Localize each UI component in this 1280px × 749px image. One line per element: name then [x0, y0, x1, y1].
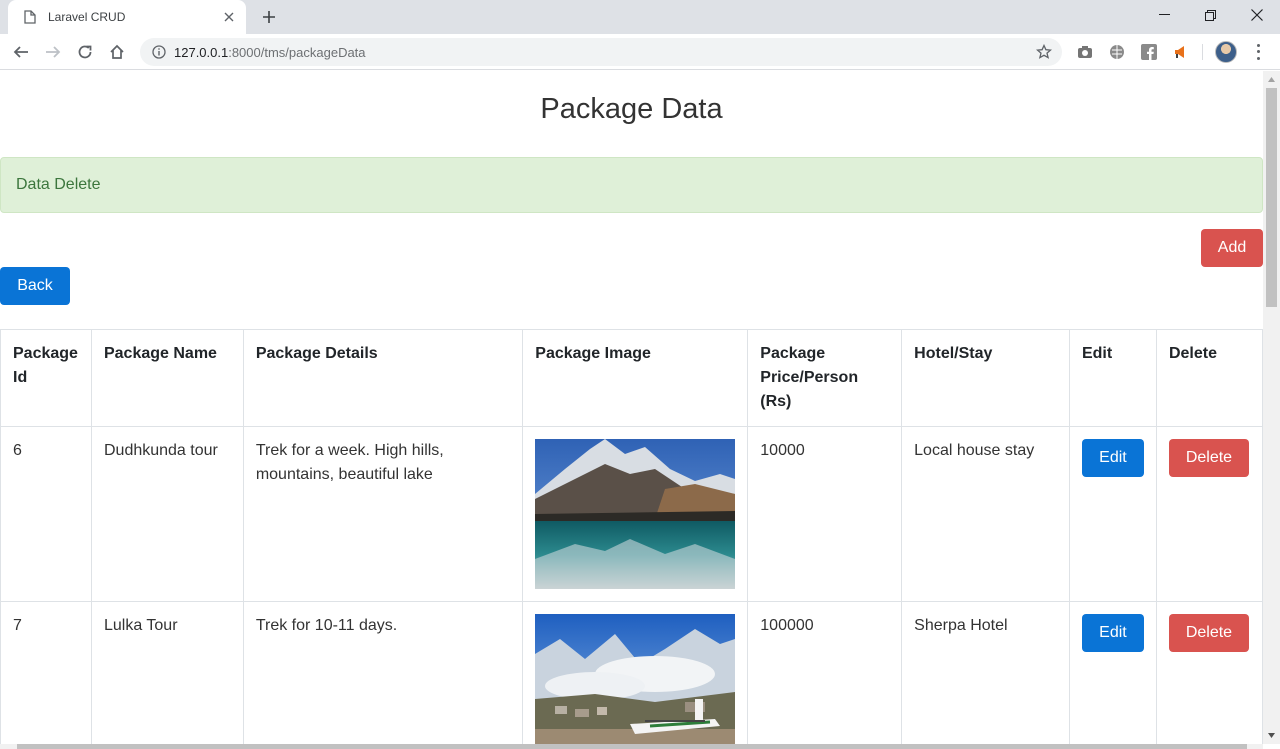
browser-tab[interactable]: Laravel CRUD — [8, 0, 246, 34]
cell-delete: Delete — [1155, 601, 1263, 744]
delete-button[interactable]: Delete — [1168, 614, 1249, 652]
table-header-row: Package Id Package Name Package Details … — [0, 329, 1263, 427]
new-tab-icon[interactable] — [258, 7, 280, 27]
header-delete: Delete — [1155, 329, 1263, 427]
header-package-details: Package Details — [242, 329, 524, 427]
mountain-lake-image — [535, 439, 736, 589]
scroll-down-icon[interactable] — [1267, 731, 1276, 739]
edit-button[interactable]: Edit — [1081, 614, 1144, 652]
header-package-price: Package Price/Person (Rs) — [747, 329, 903, 427]
camera-icon[interactable] — [1076, 43, 1094, 61]
header-hotel-stay: Hotel/Stay — [901, 329, 1070, 427]
header-package-id: Package Id — [0, 329, 92, 427]
add-button[interactable]: Add — [1201, 229, 1263, 267]
url-host: 127.0.0.1 — [174, 44, 229, 60]
minimize-icon[interactable] — [1141, 0, 1187, 30]
cell-package-price: 10000 — [747, 426, 903, 602]
back-arrow-icon[interactable] — [9, 40, 33, 64]
back-button[interactable]: Back — [0, 267, 70, 305]
restore-icon[interactable] — [1187, 0, 1233, 30]
profile-avatar[interactable] — [1215, 41, 1237, 63]
header-package-name: Package Name — [90, 329, 244, 427]
cell-edit: Edit — [1068, 601, 1157, 744]
megaphone-icon[interactable] — [1172, 43, 1190, 61]
scroll-up-icon[interactable] — [1267, 76, 1276, 84]
header-package-image: Package Image — [522, 329, 749, 427]
cell-package-details: Trek for a week. High hills, mountains, … — [242, 426, 524, 602]
reload-icon[interactable] — [73, 40, 97, 64]
page-viewport: Package Data Data Delete Add Back Packag… — [0, 71, 1263, 744]
vertical-scroll-thumb[interactable] — [1266, 88, 1277, 307]
close-tab-icon[interactable] — [222, 10, 236, 24]
cell-package-image — [522, 601, 749, 744]
home-icon[interactable] — [105, 40, 129, 64]
browser-tab-bar: Laravel CRUD — [0, 0, 1280, 34]
cell-edit: Edit — [1068, 426, 1157, 602]
mountain-airstrip-image — [535, 614, 736, 744]
browser-toolbar: 127.0.0.1:8000/tms/packageData — [0, 34, 1280, 70]
tab-title: Laravel CRUD — [48, 10, 126, 24]
table-row: 6 Dudhkunda tour Trek for a week. High h… — [0, 426, 1263, 602]
page-icon — [24, 10, 36, 24]
extension-globe-icon[interactable] — [1108, 43, 1126, 61]
cell-package-details: Trek for 10-11 days. — [242, 601, 524, 744]
cell-package-id: 7 — [0, 601, 92, 744]
vertical-scrollbar[interactable] — [1263, 71, 1280, 744]
cell-package-id: 6 — [0, 426, 92, 602]
url-text: 127.0.0.1:8000/tms/packageData — [174, 45, 366, 60]
url-path: :8000/tms/packageData — [228, 44, 366, 60]
cell-hotel-stay: Local house stay — [901, 426, 1070, 602]
bookmark-star-icon[interactable] — [1036, 44, 1052, 60]
forward-arrow-icon[interactable] — [41, 40, 65, 64]
cell-package-price: 100000 — [747, 601, 903, 744]
horizontal-scroll-thumb[interactable] — [17, 744, 1247, 749]
cell-package-name: Lulka Tour — [90, 601, 244, 744]
info-icon[interactable] — [152, 45, 166, 59]
facebook-icon[interactable] — [1140, 43, 1158, 61]
cell-package-image — [522, 426, 749, 602]
menu-kebab-icon[interactable] — [1250, 42, 1266, 62]
address-bar[interactable]: 127.0.0.1:8000/tms/packageData — [140, 38, 1062, 66]
page-title: Package Data — [540, 93, 723, 125]
table-row: 7 Lulka Tour Trek for 10-11 days. 100000… — [0, 601, 1263, 744]
cell-package-name: Dudhkunda tour — [90, 426, 244, 602]
delete-button[interactable]: Delete — [1168, 439, 1249, 477]
close-window-icon[interactable] — [1234, 0, 1280, 30]
package-table: Package Id Package Name Package Details … — [0, 329, 1263, 744]
cell-hotel-stay: Sherpa Hotel — [901, 601, 1070, 744]
header-edit: Edit — [1068, 329, 1157, 427]
toolbar-separator — [1202, 44, 1203, 60]
horizontal-scrollbar[interactable] — [0, 744, 1263, 749]
edit-button[interactable]: Edit — [1081, 439, 1144, 477]
cell-delete: Delete — [1155, 426, 1263, 602]
success-alert: Data Delete — [0, 157, 1263, 213]
